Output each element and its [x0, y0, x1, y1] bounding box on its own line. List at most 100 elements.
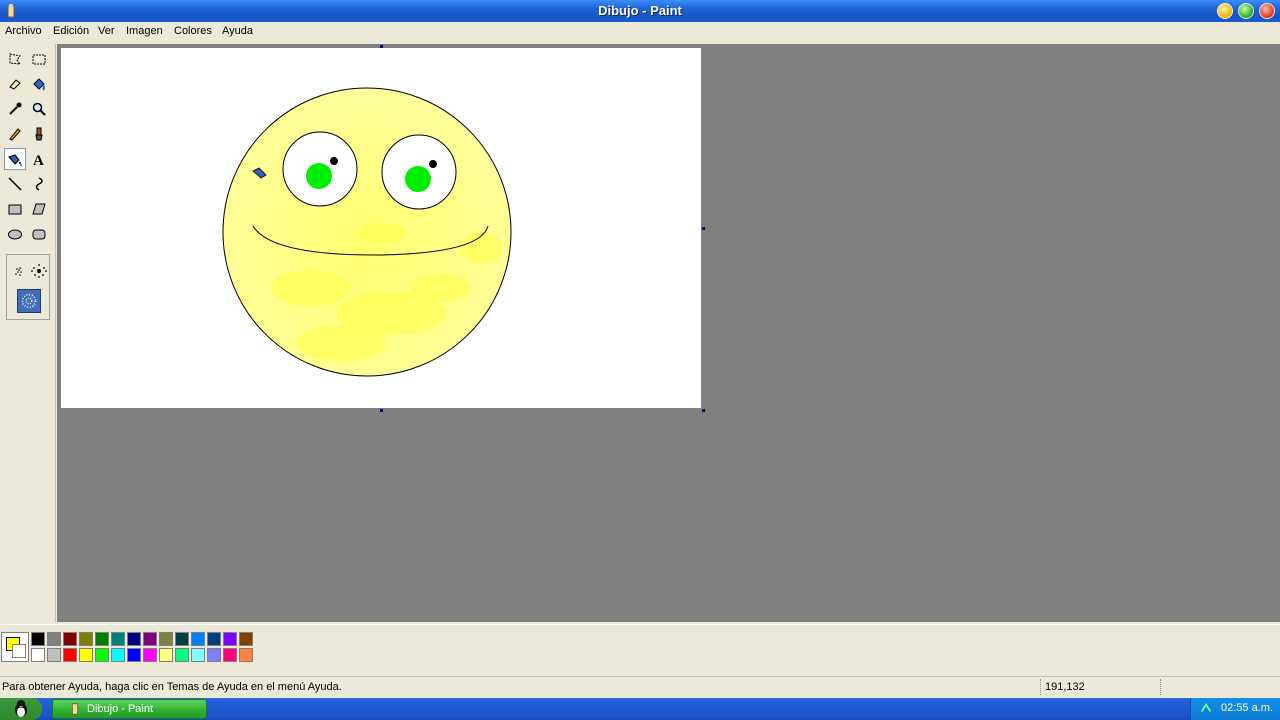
fill-bucket-tool[interactable] [28, 73, 50, 95]
resize-handle-corner[interactable] [702, 409, 705, 412]
spray-small-icon [15, 267, 22, 276]
airbrush-icon [8, 154, 22, 166]
free-select-icon [9, 53, 22, 65]
minimize-button[interactable] [1217, 3, 1233, 19]
palette-swatch[interactable] [95, 632, 109, 646]
fill-bucket-icon [33, 78, 45, 91]
palette-swatch[interactable] [239, 648, 253, 662]
current-colors-box [1, 632, 29, 662]
palette-swatch[interactable] [47, 632, 61, 646]
menu-bar: Archivo Edición Ver Imagen Colores Ayuda [0, 22, 1280, 42]
network-icon[interactable] [1199, 701, 1213, 715]
brush-icon [35, 127, 43, 141]
svg-text:A: A [33, 153, 44, 167]
polygon-icon [32, 203, 46, 215]
eraser-tool[interactable] [4, 73, 26, 95]
maximize-button[interactable] [1238, 3, 1254, 19]
palette-swatch[interactable] [239, 632, 253, 646]
menu-ver[interactable]: Ver [98, 25, 115, 37]
rounded-rectangle-icon [32, 229, 46, 240]
spray-large-icon [31, 264, 47, 278]
ellipse-tool[interactable] [4, 223, 26, 245]
text-icon: A [33, 153, 44, 167]
color-palette [0, 624, 1280, 670]
resize-handle-right[interactable] [702, 227, 705, 230]
curve-icon [35, 177, 43, 191]
palette-swatch[interactable] [111, 632, 125, 646]
palette-swatch[interactable] [95, 648, 109, 662]
palette-swatch[interactable] [143, 632, 157, 646]
menu-imagen[interactable]: Imagen [126, 25, 163, 37]
rectangle-tool[interactable] [4, 198, 26, 220]
start-button[interactable] [0, 698, 42, 720]
airbrush-tool[interactable] [4, 148, 26, 170]
palette-swatch[interactable] [31, 648, 45, 662]
airbrush-large-option[interactable] [30, 262, 48, 280]
palette-swatch[interactable] [127, 648, 141, 662]
resize-handle-bottom[interactable] [380, 409, 383, 412]
pencil-tool[interactable] [4, 123, 26, 145]
rect-select-icon [32, 54, 46, 65]
smiley-drawing [222, 87, 512, 377]
cursor-coordinates: 191,132 [1045, 681, 1085, 693]
drawing-canvas[interactable] [61, 48, 701, 408]
palette-swatch[interactable] [191, 632, 205, 646]
rounded-rectangle-tool[interactable] [28, 223, 50, 245]
penguin-icon [15, 700, 27, 717]
airbrush-medium-option[interactable] [17, 289, 41, 313]
free-select-tool[interactable] [4, 48, 26, 70]
status-bar: Para obtener Ayuda, haga clic en Temas d… [0, 676, 1280, 696]
clock[interactable]: 02:55 a.m. [1221, 702, 1273, 714]
magnifier-tool[interactable] [28, 98, 50, 120]
menu-ayuda[interactable]: Ayuda [222, 25, 253, 37]
magnifier-icon [32, 102, 46, 116]
rect-select-tool[interactable] [28, 48, 50, 70]
ellipse-icon [8, 229, 22, 240]
palette-swatch[interactable] [111, 648, 125, 662]
palette-swatch[interactable] [223, 632, 237, 646]
left-iris [306, 163, 332, 189]
resize-handle-top[interactable] [380, 45, 383, 48]
drawing-workspace[interactable] [57, 44, 1280, 622]
eraser-icon [9, 79, 21, 90]
polygon-tool[interactable] [28, 198, 50, 220]
curve-tool[interactable] [28, 173, 50, 195]
eyedropper-icon [9, 102, 22, 115]
taskbar: Dibujo - Paint 02:55 a.m. [0, 698, 1280, 720]
palette-swatch[interactable] [223, 648, 237, 662]
paint-task-icon [71, 703, 79, 715]
palette-swatch[interactable] [175, 648, 189, 662]
menu-colores[interactable]: Colores [174, 25, 212, 37]
window-title: Dibujo - Paint [598, 3, 682, 18]
menu-archivo[interactable]: Archivo [5, 25, 42, 37]
palette-swatch[interactable] [31, 632, 45, 646]
line-tool[interactable] [4, 173, 26, 195]
pencil-icon [9, 128, 21, 141]
line-icon [8, 177, 22, 191]
palette-swatch[interactable] [143, 648, 157, 662]
palette-swatch[interactable] [79, 632, 93, 646]
palette-swatch[interactable] [63, 648, 77, 662]
palette-swatch[interactable] [79, 648, 93, 662]
palette-swatch[interactable] [207, 648, 221, 662]
palette-swatch[interactable] [47, 648, 61, 662]
color-picker-tool[interactable] [4, 98, 26, 120]
palette-swatch[interactable] [175, 632, 189, 646]
palette-swatch[interactable] [159, 632, 173, 646]
palette-swatch[interactable] [191, 648, 205, 662]
taskbar-paint-button[interactable]: Dibujo - Paint [52, 699, 207, 719]
palette-swatch[interactable] [207, 632, 221, 646]
palette-swatch[interactable] [63, 632, 77, 646]
status-message: Para obtener Ayuda, haga clic en Temas d… [2, 681, 342, 693]
close-button[interactable] [1259, 3, 1275, 19]
title-bar: Dibujo - Paint [0, 0, 1280, 22]
brush-tool[interactable] [28, 123, 50, 145]
tool-box: A [0, 44, 56, 622]
airbrush-small-option[interactable] [11, 263, 27, 279]
text-tool[interactable]: A [28, 148, 50, 170]
palette-swatch[interactable] [159, 648, 173, 662]
spray-medium-icon [21, 293, 37, 309]
status-divider [1040, 679, 1041, 695]
palette-swatch[interactable] [127, 632, 141, 646]
menu-edicion[interactable]: Edición [53, 25, 89, 37]
